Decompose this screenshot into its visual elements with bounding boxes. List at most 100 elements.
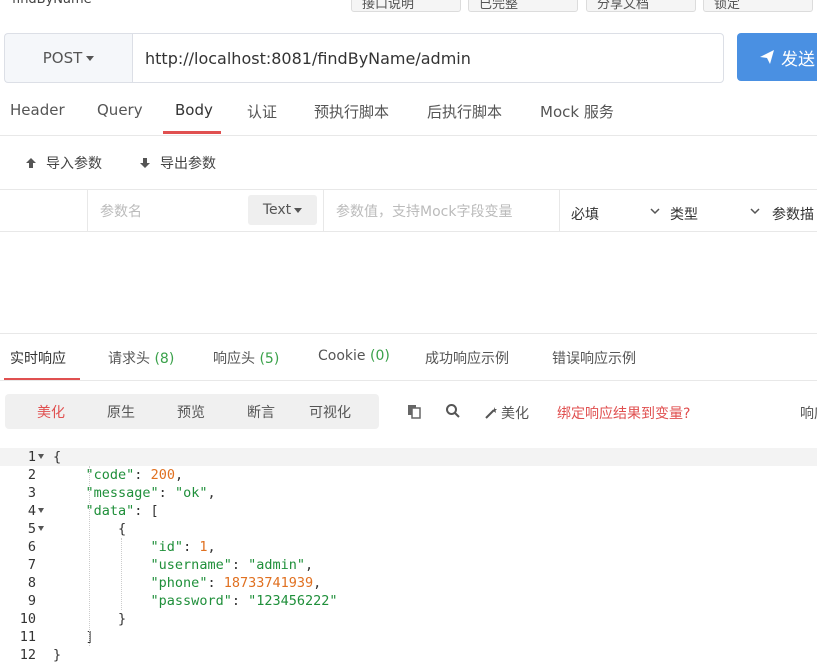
- data-type-select[interactable]: 类型: [670, 204, 698, 224]
- tab-mock[interactable]: Mock 服务: [540, 101, 614, 122]
- fold-arrow-icon[interactable]: [38, 508, 44, 513]
- tab-error-example[interactable]: 错误响应示例: [552, 348, 636, 368]
- response-code-editor[interactable]: 1{ 2 "code": 200, 3 "message": "ok", 4 "…: [0, 447, 817, 662]
- format-pretty[interactable]: 美化: [37, 402, 65, 422]
- tab-request-headers[interactable]: 请求头 (8): [108, 348, 174, 368]
- code-line: 9 "password": "123456222": [0, 592, 817, 610]
- param-type-select[interactable]: Text: [248, 195, 317, 225]
- code-line: 10 }: [0, 610, 817, 628]
- code-line: 6 "id": 1,: [0, 538, 817, 556]
- code-line: 1{: [0, 448, 817, 466]
- complete-status-button[interactable]: 已完整: [468, 0, 578, 12]
- export-params-button[interactable]: 导出参数: [138, 153, 216, 173]
- line-number: 2: [27, 467, 36, 483]
- beautify-button[interactable]: 美化: [484, 403, 529, 423]
- arrow-up-icon: [26, 158, 36, 168]
- code-text: "phone": 18733741939,: [150, 575, 322, 591]
- tab-label: 请求头: [108, 351, 150, 367]
- active-tab-indicator: [163, 131, 221, 134]
- active-response-tab-indicator: [4, 378, 80, 380]
- share-doc-button[interactable]: 分享文档: [586, 0, 696, 12]
- tab-success-example[interactable]: 成功响应示例: [425, 348, 509, 368]
- tab-label: 错误响应示例: [552, 351, 636, 367]
- line-number: 1: [27, 449, 36, 465]
- code-line: 5 {: [0, 520, 817, 538]
- code-text: "id": 1,: [150, 539, 216, 555]
- caret-down-icon: [294, 207, 303, 213]
- param-row: 参数名 Text 参数值，支持Mock字段变量 必填 类型 参数描: [0, 189, 817, 232]
- url-input[interactable]: http://localhost:8081/findByName/admin: [132, 33, 724, 83]
- code-text: "username": "admin",: [150, 557, 314, 573]
- line-number: 11: [19, 629, 36, 645]
- tab-label: Cookie: [318, 348, 366, 364]
- lock-button[interactable]: 锁定: [703, 0, 813, 12]
- tab-query[interactable]: Query: [97, 101, 143, 119]
- tab-count: (5): [259, 351, 280, 367]
- code-line: 3 "message": "ok",: [0, 484, 817, 502]
- response-tabs: 实时响应 请求头 (8) 响应头 (5) Cookie (0) 成功响应示例 错…: [0, 333, 817, 381]
- import-params-button[interactable]: 导入参数: [24, 153, 102, 173]
- copy-icon[interactable]: [406, 403, 422, 419]
- method-label: POST: [42, 49, 83, 67]
- export-params-label: 导出参数: [160, 156, 216, 172]
- param-desc-placeholder[interactable]: 参数描: [772, 204, 814, 224]
- send-button[interactable]: 发送: [737, 33, 817, 81]
- tab-label: 实时响应: [10, 351, 66, 367]
- tab-header[interactable]: Header: [10, 101, 65, 119]
- param-type-label: Text: [262, 202, 292, 218]
- tab-auth[interactable]: 认证: [247, 101, 277, 122]
- indent-guide: [89, 466, 90, 646]
- tab-count: (8): [154, 351, 175, 367]
- line-number: 7: [27, 557, 36, 573]
- param-value-placeholder: 参数值，支持Mock字段变量: [336, 203, 513, 220]
- line-number: 10: [19, 611, 36, 627]
- chevron-down-icon[interactable]: [648, 204, 662, 218]
- code-text: "password": "123456222": [150, 593, 338, 609]
- tab-label: 成功响应示例: [425, 351, 509, 367]
- code-line: 7 "username": "admin",: [0, 556, 817, 574]
- tab-live-response[interactable]: 实时响应: [10, 348, 66, 368]
- chevron-down-icon[interactable]: [748, 204, 762, 218]
- tab-response-headers[interactable]: 响应头 (5): [213, 348, 279, 368]
- code-line: 4 "data": [: [0, 502, 817, 520]
- import-params-label: 导入参数: [46, 156, 102, 172]
- tab-body[interactable]: Body: [175, 101, 213, 119]
- send-icon: [760, 50, 774, 64]
- format-tabs: 美化 原生 预览 断言 可视化: [5, 394, 379, 429]
- format-preview[interactable]: 预览: [177, 402, 205, 422]
- tab-post-script[interactable]: 后执行脚本: [427, 101, 502, 122]
- top-bar: findByName 接口说明 已完整 分享文档 锁定: [0, 0, 817, 12]
- code-text: ]: [53, 629, 94, 645]
- code-text: "code": 200,: [85, 467, 184, 483]
- format-raw[interactable]: 原生: [107, 402, 135, 422]
- line-number: 6: [27, 539, 36, 555]
- code-line: 2 "code": 200,: [0, 466, 817, 484]
- line-number: 5: [27, 521, 36, 537]
- api-doc-button[interactable]: 接口说明: [351, 0, 461, 12]
- tab-cookie[interactable]: Cookie (0): [318, 348, 390, 364]
- param-checkbox-cell[interactable]: [0, 190, 88, 231]
- param-name-placeholder: 参数名: [100, 203, 142, 220]
- code-text: {: [53, 449, 62, 465]
- beautify-label: 美化: [501, 406, 529, 422]
- search-icon[interactable]: [445, 403, 461, 419]
- code-line: 11 ]: [0, 628, 817, 646]
- fold-arrow-icon[interactable]: [38, 526, 44, 531]
- method-select[interactable]: POST: [4, 33, 132, 83]
- format-visualize[interactable]: 可视化: [309, 402, 351, 422]
- fold-arrow-icon[interactable]: [38, 454, 44, 459]
- required-select[interactable]: 必填: [571, 204, 599, 224]
- code-text: "message": "ok",: [85, 485, 216, 501]
- line-number: 9: [27, 593, 36, 609]
- tab-count: (0): [369, 348, 390, 364]
- arrow-down-icon: [140, 158, 150, 168]
- bind-response-link[interactable]: 绑定响应结果到变量?: [557, 403, 690, 423]
- api-title: findByName: [12, 0, 92, 7]
- send-label: 发送: [781, 49, 815, 70]
- magic-wand-icon: [485, 407, 497, 419]
- tab-pre-script[interactable]: 预执行脚本: [314, 101, 389, 122]
- format-assert[interactable]: 断言: [247, 402, 275, 422]
- param-value-input[interactable]: 参数值，支持Mock字段变量: [324, 190, 560, 231]
- code-text: }: [53, 647, 62, 662]
- code-line: 8 "phone": 18733741939,: [0, 574, 817, 592]
